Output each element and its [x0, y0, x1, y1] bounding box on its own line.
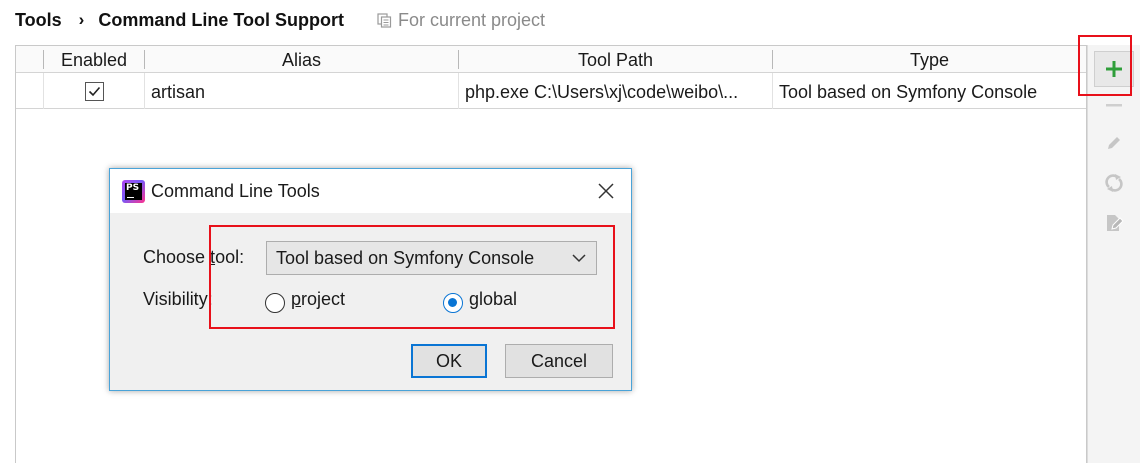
choose-tool-label-prefix: Choose	[143, 247, 211, 267]
export-icon	[1107, 215, 1124, 231]
breadcrumb-parent[interactable]: Tools	[15, 10, 62, 31]
table-header: Enabled Alias Tool Path Type	[16, 46, 1086, 73]
breadcrumb: Tools › Command Line Tool Support For cu…	[15, 8, 545, 32]
scope-label: For current project	[398, 9, 546, 30]
column-header-alias[interactable]: Alias	[145, 46, 458, 72]
enabled-checkbox[interactable]	[85, 82, 104, 101]
pencil-icon	[1108, 137, 1120, 149]
checkmark-icon	[88, 86, 101, 97]
column-header-type[interactable]: Type	[773, 46, 1086, 72]
edit-button[interactable]	[1094, 125, 1134, 161]
add-button-highlight	[1078, 35, 1132, 96]
cell-divider	[144, 73, 145, 109]
dialog-title: Command Line Tools	[151, 181, 320, 201]
minus-icon	[1106, 104, 1122, 107]
cell-tool-path[interactable]: php.exe C:\Users\xj\code\weibo\...	[465, 73, 770, 109]
cell-divider	[458, 73, 459, 109]
phpstorm-logo: PS	[122, 180, 145, 203]
table-row[interactable]: artisan php.exe C:\Users\xj\code\weibo\.…	[16, 73, 1086, 109]
breadcrumb-separator: ›	[78, 10, 85, 29]
close-button[interactable]	[595, 180, 617, 202]
cell-divider	[772, 73, 773, 109]
close-icon	[598, 183, 614, 199]
column-header-tool-path[interactable]: Tool Path	[459, 46, 772, 72]
visibility-label: Visibility:	[143, 289, 213, 309]
refresh-button[interactable]	[1094, 165, 1134, 201]
page-title: Command Line Tool Support	[98, 9, 344, 30]
dialog-title-bar[interactable]: PS Command Line Tools	[110, 169, 631, 213]
cell-divider	[43, 73, 44, 109]
copy-icon	[377, 12, 392, 28]
cell-alias[interactable]: artisan	[151, 73, 451, 109]
refresh-icon	[1105, 174, 1123, 192]
cancel-button[interactable]: Cancel	[505, 344, 613, 378]
ok-button[interactable]: OK	[411, 344, 487, 378]
export-button[interactable]	[1094, 205, 1134, 241]
cell-type[interactable]: Tool based on Symfony Console	[779, 73, 1084, 109]
column-header-enabled[interactable]: Enabled	[44, 46, 144, 72]
phpstorm-logo-text: PS	[126, 183, 140, 193]
scope-indicator: For current project	[377, 10, 545, 31]
table-toolbar	[1087, 45, 1140, 463]
dialog-fields-highlight	[209, 225, 615, 329]
